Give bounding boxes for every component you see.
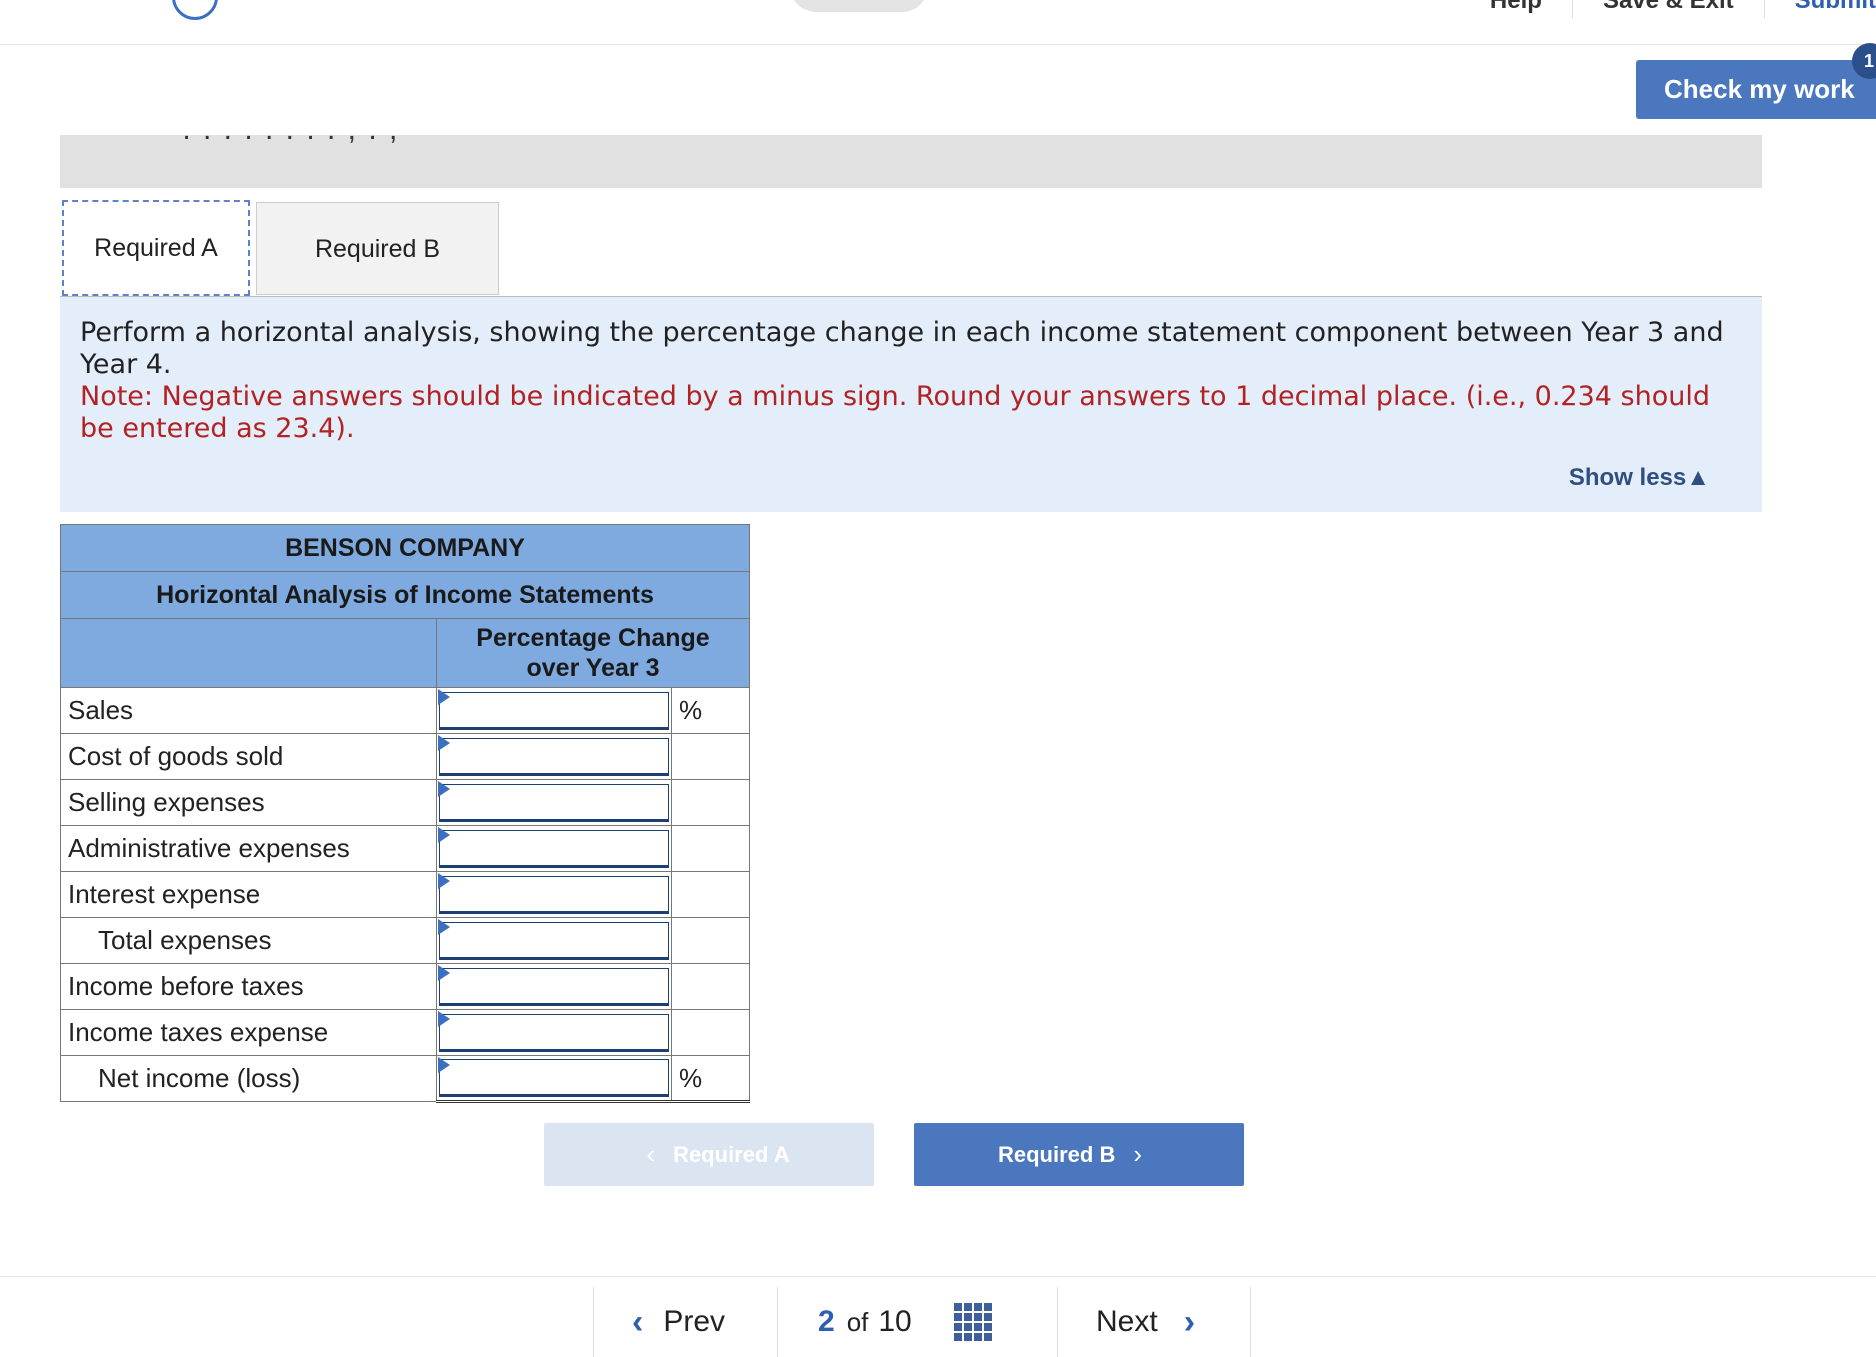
income-taxes-input[interactable] <box>439 1014 669 1052</box>
show-less-toggle[interactable]: Show less▲ <box>1569 464 1710 492</box>
show-less-label: Show less <box>1569 464 1686 491</box>
progress-pill <box>790 0 928 12</box>
cell-marker-icon <box>438 919 450 935</box>
unit-sales: % <box>672 688 750 734</box>
table-row: Total expenses <box>61 918 750 964</box>
net-income-input[interactable] <box>439 1059 669 1097</box>
table-row: Income taxes expense <box>61 1010 750 1056</box>
help-link[interactable]: Help <box>1460 0 1573 18</box>
unit-cogs <box>672 734 750 780</box>
admin-expenses-input[interactable] <box>439 830 669 868</box>
tab-required-b[interactable]: Required B <box>256 202 499 295</box>
question-pager: ‹ Prev 2 of 10 Next › <box>593 1287 1251 1357</box>
instruction-note: Note: Negative answers should be indicat… <box>80 381 1742 445</box>
row-label-sales: Sales <box>61 688 437 734</box>
table-row: Interest expense <box>61 872 750 918</box>
cell-marker-icon <box>438 735 450 751</box>
cell-marker-icon <box>438 781 450 797</box>
row-label-selling: Selling expenses <box>61 780 437 826</box>
cell-marker-icon <box>438 965 450 981</box>
prev-question-button[interactable]: ‹ Prev <box>593 1287 777 1357</box>
info-icon[interactable] <box>172 0 218 20</box>
cell-marker-icon <box>438 689 450 705</box>
current-question: 2 <box>818 1305 835 1339</box>
next-required-button[interactable]: Required B › <box>914 1123 1244 1186</box>
cell-marker-icon <box>438 1057 450 1073</box>
total-expenses-input[interactable] <box>439 922 669 960</box>
prev-required-button[interactable]: ‹ Required A <box>544 1123 874 1186</box>
income-before-taxes-input[interactable] <box>439 968 669 1006</box>
question-counter: 2 of 10 <box>777 1287 1057 1357</box>
unit-interest <box>672 872 750 918</box>
unit-total-expenses <box>672 918 750 964</box>
selling-expenses-input[interactable] <box>439 784 669 822</box>
company-name: BENSON COMPANY <box>61 525 750 572</box>
footer-divider <box>0 1276 1876 1277</box>
cell-marker-icon <box>438 873 450 889</box>
row-label-income-taxes: Income taxes expense <box>61 1010 437 1056</box>
col-header-line1: Percentage Change <box>437 623 749 653</box>
question-header: - . . . . . . . . , . , <box>60 135 1762 188</box>
chevron-left-icon: ‹ <box>632 1303 643 1342</box>
tab-required-a[interactable]: Required A <box>62 200 250 296</box>
requirement-tabs: Required A Required B <box>60 200 1762 297</box>
row-label-income-before-taxes: Income before taxes <box>61 964 437 1010</box>
row-label-admin: Administrative expenses <box>61 826 437 872</box>
next-question-button[interactable]: Next › <box>1057 1287 1251 1357</box>
next-required-label: Required B <box>998 1142 1115 1168</box>
horizontal-analysis-table: BENSON COMPANY Horizontal Analysis of In… <box>60 524 750 1103</box>
cogs-input[interactable] <box>439 738 669 776</box>
next-question-label: Next <box>1096 1305 1158 1339</box>
percentage-change-header: Percentage Change over Year 3 <box>437 619 750 688</box>
table-title: Horizontal Analysis of Income Statements <box>61 572 750 619</box>
row-label-interest: Interest expense <box>61 872 437 918</box>
unit-selling <box>672 780 750 826</box>
top-bar: Help Save & Exit Submit <box>0 0 1876 45</box>
row-label-cogs: Cost of goods sold <box>61 734 437 780</box>
prev-question-label: Prev <box>663 1305 725 1339</box>
instruction-text: Perform a horizontal analysis, showing t… <box>80 317 1742 381</box>
unit-income-before-taxes <box>672 964 750 1010</box>
submit-link[interactable]: Submit <box>1765 0 1876 18</box>
triangle-up-icon: ▲ <box>1686 464 1710 491</box>
table-row: Net income (loss) % <box>61 1056 750 1102</box>
unit-admin <box>672 826 750 872</box>
question-header-text: - . . . . . . . . , . , <box>160 135 399 147</box>
col-header-line2: over Year 3 <box>437 653 749 683</box>
row-label-net-income: Net income (loss) <box>61 1056 437 1102</box>
table-row: Administrative expenses <box>61 826 750 872</box>
question-grid-icon[interactable] <box>954 1303 992 1341</box>
table-row: Selling expenses <box>61 780 750 826</box>
table-row: Cost of goods sold <box>61 734 750 780</box>
unit-net-income: % <box>672 1056 750 1102</box>
check-my-work-button[interactable]: Check my work <box>1636 60 1876 119</box>
of-label: of <box>847 1307 869 1338</box>
prev-required-label: Required A <box>673 1142 790 1168</box>
row-label-total-expenses: Total expenses <box>61 918 437 964</box>
cell-marker-icon <box>438 1011 450 1027</box>
interest-expense-input[interactable] <box>439 876 669 914</box>
chevron-right-icon: › <box>1133 1139 1142 1170</box>
sales-input[interactable] <box>439 692 669 730</box>
chevron-left-icon: ‹ <box>646 1139 655 1170</box>
top-links: Help Save & Exit Submit <box>1460 0 1876 18</box>
total-questions: 10 <box>878 1305 911 1339</box>
save-exit-link[interactable]: Save & Exit <box>1573 0 1765 18</box>
cell-marker-icon <box>438 827 450 843</box>
chevron-right-icon: › <box>1184 1303 1195 1342</box>
table-row: Sales % <box>61 688 750 734</box>
table-row: Income before taxes <box>61 964 750 1010</box>
unit-income-taxes <box>672 1010 750 1056</box>
instruction-panel: Perform a horizontal analysis, showing t… <box>60 297 1762 512</box>
label-column-header <box>61 619 437 688</box>
